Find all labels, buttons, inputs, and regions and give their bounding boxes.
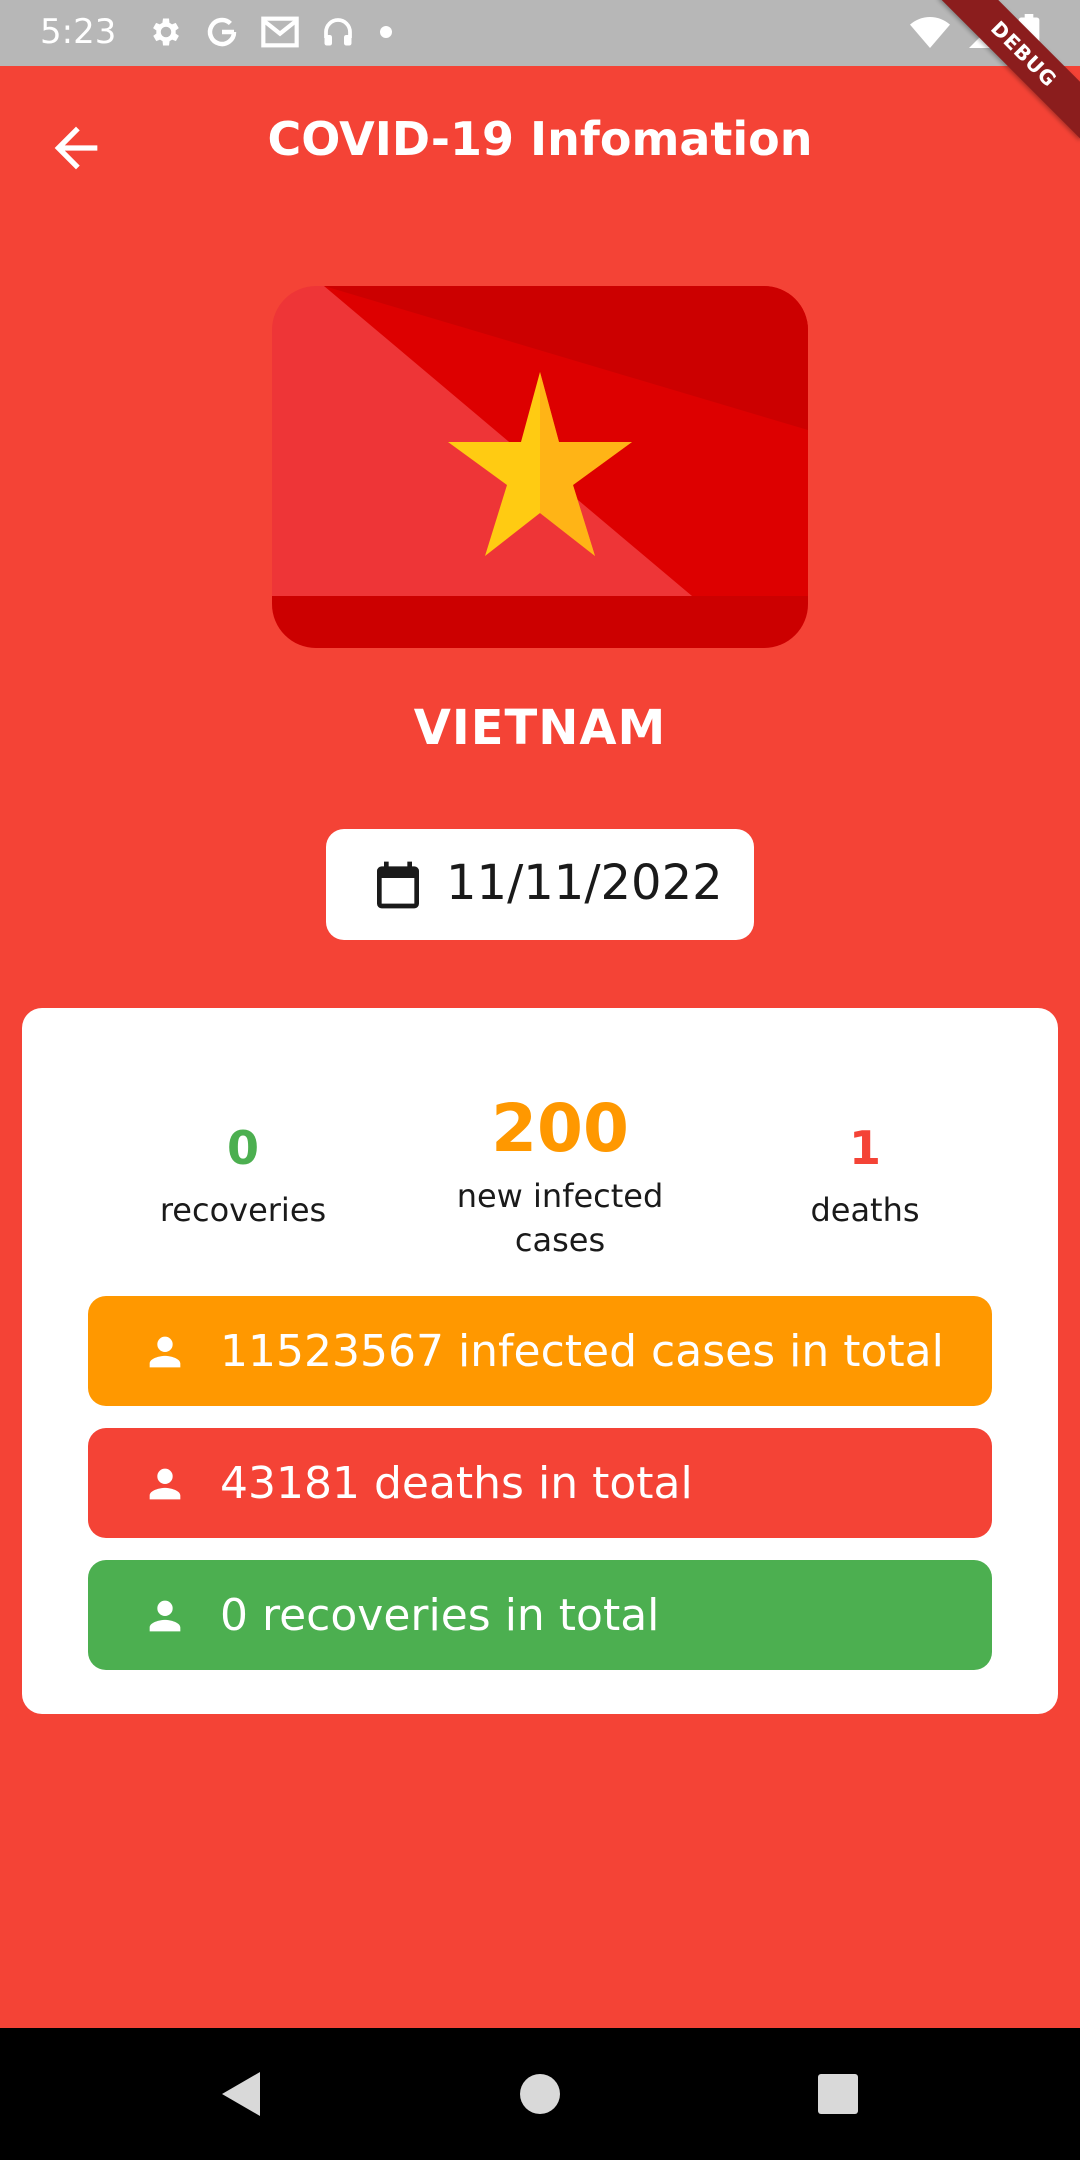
page-title: COVID-19 Infomation xyxy=(267,112,813,166)
person-icon xyxy=(149,1336,181,1368)
selected-date: 11/11/2022 xyxy=(446,855,723,911)
person-icon xyxy=(149,1468,181,1500)
date-picker-button[interactable]: 11/11/2022 xyxy=(326,829,754,940)
total-deaths-text: 43181 deaths in total xyxy=(220,1458,693,1509)
daily-deaths-value: 1 xyxy=(848,1121,881,1175)
daily-new-infected-label-line1: new infected xyxy=(456,1177,664,1215)
dot-icon xyxy=(380,26,392,38)
system-nav-bar xyxy=(0,2028,1080,2160)
nav-back-icon[interactable] xyxy=(216,2068,266,2120)
status-bar: 5:23 xyxy=(0,0,1080,66)
headset-icon xyxy=(324,18,352,46)
daily-new-infected-label-line2: cases xyxy=(514,1221,606,1259)
gmail-icon xyxy=(261,16,299,48)
total-recoveries-row: 0 recoveries in total xyxy=(88,1560,992,1670)
daily-recoveries: 0 recoveries xyxy=(102,1108,384,1232)
google-icon xyxy=(207,17,237,47)
daily-deaths: 1 deaths xyxy=(730,1108,1000,1232)
settings-icon xyxy=(153,18,179,46)
vietnam-flag-icon xyxy=(272,286,808,648)
daily-recoveries-value: 0 xyxy=(226,1121,259,1175)
daily-new-infected: 200 new infected cases xyxy=(392,1084,728,1262)
wifi-icon xyxy=(910,17,950,48)
daily-deaths-label: deaths xyxy=(810,1191,920,1229)
total-infected-text: 11523567 infected cases in total xyxy=(220,1326,944,1377)
total-deaths-row: 43181 deaths in total xyxy=(88,1428,992,1538)
nav-home-icon[interactable] xyxy=(518,2068,562,2120)
person-icon xyxy=(149,1600,181,1632)
total-infected-row: 11523567 infected cases in total xyxy=(88,1296,992,1406)
daily-new-infected-value: 200 xyxy=(491,1090,629,1167)
country-flag xyxy=(272,286,808,648)
status-time: 5:23 xyxy=(40,12,117,52)
country-name: VIETNAM xyxy=(413,700,667,756)
app-bar: COVID-19 Infomation xyxy=(0,66,1080,220)
status-notification-icons xyxy=(148,14,396,50)
daily-recoveries-label: recoveries xyxy=(159,1191,327,1229)
nav-recents-icon[interactable] xyxy=(816,2068,860,2120)
calendar-icon xyxy=(377,861,419,909)
total-recoveries-text: 0 recoveries in total xyxy=(220,1590,660,1641)
stats-card: 0 recoveries 200 new infected cases 1 de… xyxy=(22,1008,1058,1714)
